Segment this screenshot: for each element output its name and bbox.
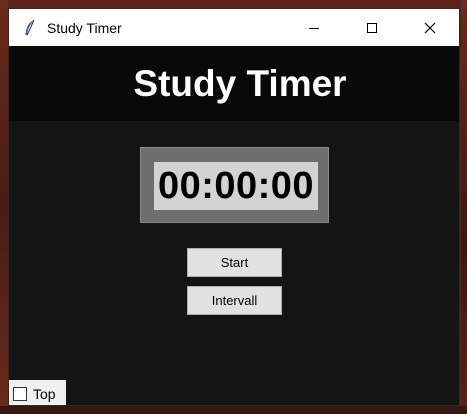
app-header: Study Timer bbox=[9, 46, 459, 121]
top-checkbox-container[interactable]: Top bbox=[9, 380, 66, 405]
minimize-button[interactable] bbox=[285, 9, 343, 46]
desktop-background-bottom bbox=[0, 406, 467, 414]
start-button[interactable]: Start bbox=[187, 248, 282, 277]
maximize-icon bbox=[367, 22, 377, 33]
timer-frame: 00:00:00 bbox=[140, 147, 329, 223]
top-checkbox[interactable] bbox=[13, 386, 27, 401]
desktop-background-right bbox=[461, 0, 467, 414]
title-bar[interactable]: Study Timer bbox=[9, 9, 459, 46]
window-title: Study Timer bbox=[47, 19, 122, 36]
interval-button[interactable]: Intervall bbox=[187, 286, 282, 315]
app-window: Study Timer Study Timer 00:00:00 Start I… bbox=[8, 8, 460, 406]
minimize-icon bbox=[309, 27, 319, 29]
page-title: Study Timer bbox=[133, 62, 347, 104]
desktop-background bbox=[0, 0, 8, 414]
top-checkbox-label: Top bbox=[33, 385, 56, 402]
close-icon bbox=[424, 22, 436, 33]
timer-display: 00:00:00 bbox=[154, 162, 318, 210]
feather-icon bbox=[21, 18, 39, 38]
maximize-button[interactable] bbox=[343, 9, 401, 46]
close-button[interactable] bbox=[401, 9, 459, 46]
